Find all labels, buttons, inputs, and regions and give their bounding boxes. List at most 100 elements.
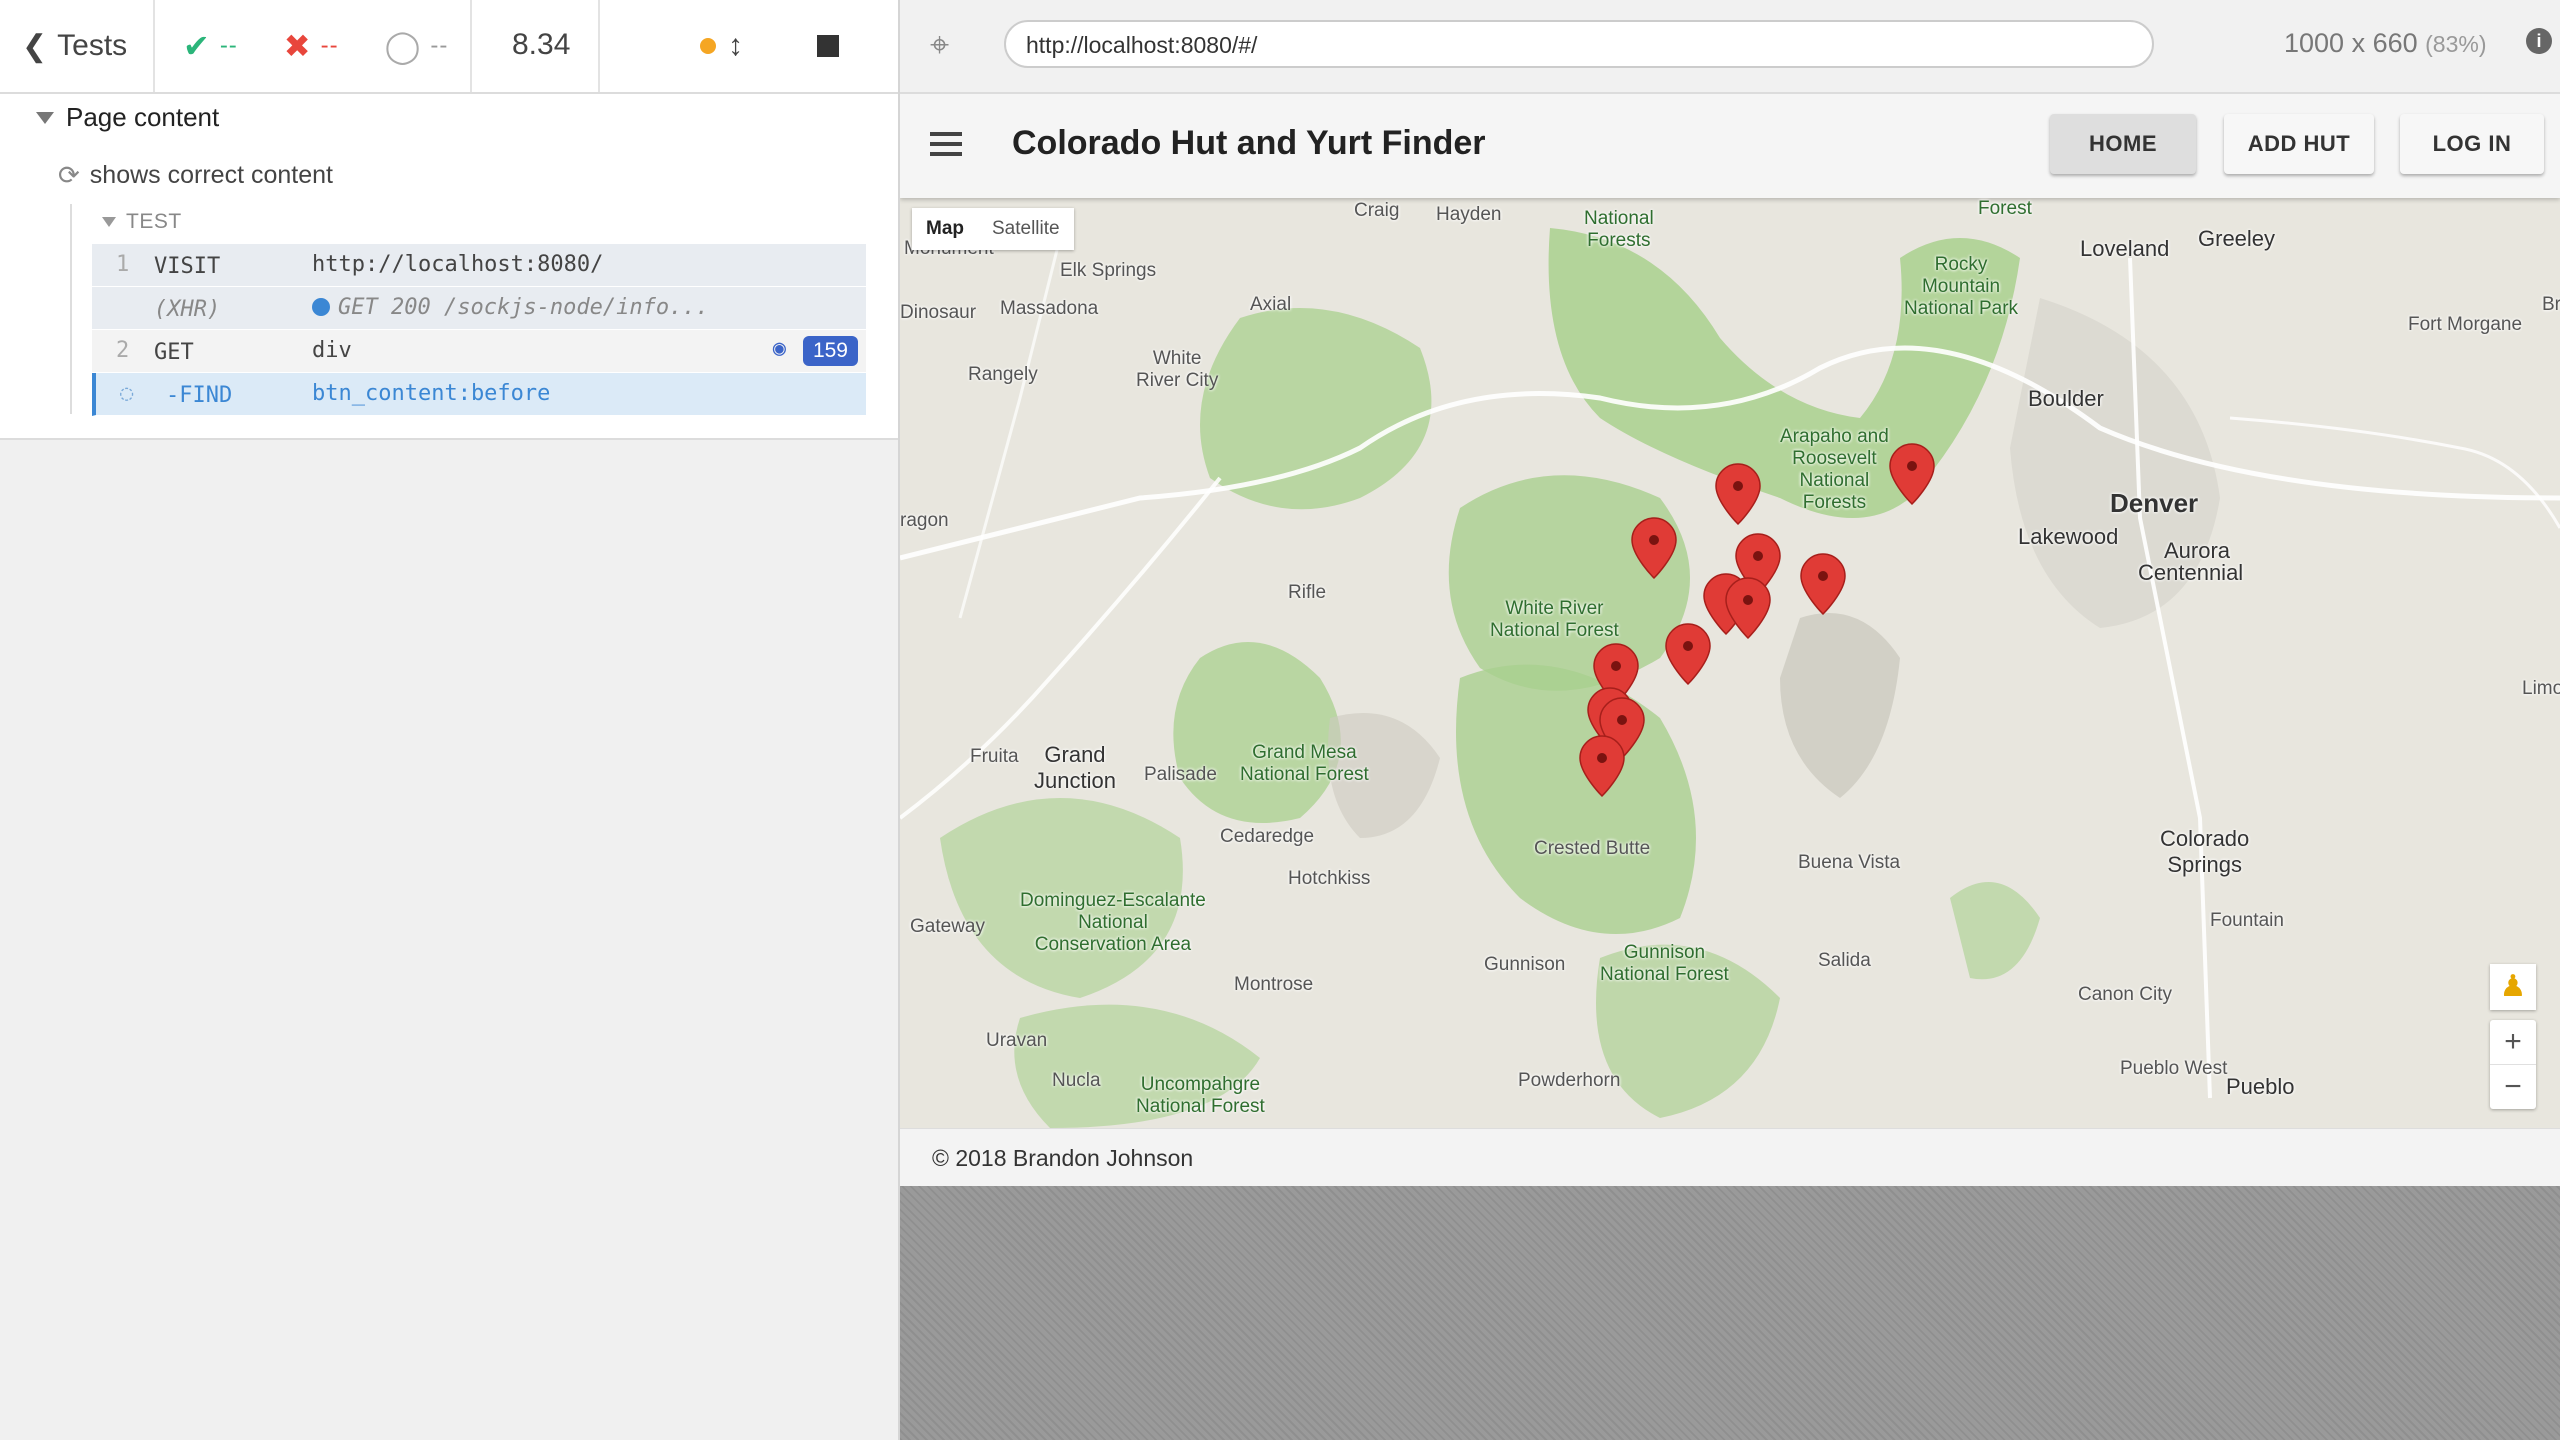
map-label: White River National Forest	[1490, 598, 1619, 641]
xhr-status-dot	[312, 298, 330, 316]
map-label: Dominguez-Escalante National Conservatio…	[1020, 890, 1206, 955]
viewport-scale: (83%)	[2425, 31, 2487, 57]
reporter-controls: ↕	[700, 0, 839, 92]
home-button[interactable]: HOME	[2050, 114, 2196, 174]
check-icon: ✔	[183, 28, 210, 64]
log-in-button[interactable]: LOG IN	[2400, 114, 2544, 174]
element-count-badge: 159	[802, 336, 858, 366]
passed-count: --	[219, 32, 238, 59]
circle-pending-icon: ◯	[384, 28, 421, 64]
map-label: Massadona	[1000, 298, 1099, 319]
command-name: (XHR)	[154, 297, 221, 322]
command-message: div	[312, 338, 352, 363]
map-label: Uncompahgre National Forest	[1136, 1074, 1265, 1117]
map-label: Hotchkiss	[1288, 868, 1371, 889]
aut-header: ⌖ http://localhost:8080/#/ 1000 x 660 (8…	[900, 0, 2560, 94]
suite-label: Page content	[66, 102, 220, 132]
viewport-size: 1000 x 660 (83%)	[2284, 28, 2487, 59]
map-type-control: Map Satellite	[912, 208, 1074, 250]
map-label: Pueblo West	[2120, 1058, 2228, 1079]
map-label: Pueblo	[2226, 1074, 2295, 1099]
map-type-satellite[interactable]: Satellite	[978, 208, 1074, 250]
orange-dot-icon	[700, 38, 716, 54]
crosshair-icon[interactable]: ⌖	[930, 26, 949, 65]
map-label: Limo	[2522, 678, 2560, 699]
auto-scroll-toggle[interactable]: ↕	[700, 29, 743, 63]
duration: 8.34	[512, 28, 571, 61]
map-label: Colorado Springs	[2160, 826, 2250, 877]
passed-stat: ✔ --	[183, 27, 238, 65]
zoom-out-icon[interactable]: −	[2490, 1064, 2536, 1109]
map-label: Craig	[1354, 200, 1400, 221]
suite-title[interactable]: Page content	[36, 102, 219, 133]
map-label: Loveland	[2080, 236, 2170, 261]
caret-down-icon	[36, 111, 54, 124]
map-label: Rangely	[968, 364, 1038, 385]
caret-down-icon	[102, 217, 116, 227]
test-section-header[interactable]: TEST	[102, 210, 182, 234]
reporter-header: ❮ Tests ✔ -- ✖ -- ◯ -- 8.34 ↕	[0, 0, 898, 94]
app-title: Colorado Hut and Yurt Finder	[1012, 124, 1486, 162]
map-label: ragon	[900, 510, 949, 531]
map-label: Montrose	[1234, 974, 1314, 995]
add-hut-button[interactable]: ADD HUT	[2224, 114, 2374, 174]
map-label: Rocky Mountain National Park	[1904, 254, 2019, 319]
map-label: Grand Junction	[1034, 742, 1116, 793]
command-name: VISIT	[154, 254, 221, 279]
zoom-in-icon[interactable]: +	[2490, 1020, 2536, 1064]
map-label: Gunnison	[1484, 954, 1566, 975]
map-label: Lakewood	[2018, 524, 2119, 549]
refresh-icon: ⟳	[58, 160, 80, 190]
map-type-map[interactable]: Map	[912, 208, 978, 250]
command-row[interactable]: (XHR) GET 200 /sockjs-node/info...	[92, 287, 866, 330]
failed-count: --	[320, 32, 339, 59]
map-label: Canon City	[2078, 984, 2172, 1005]
command-message: GET 200 /sockjs-node/info...	[338, 295, 709, 320]
map-label: Gateway	[910, 916, 985, 937]
map-label: Br	[2542, 294, 2560, 315]
test-label: shows correct content	[89, 161, 333, 189]
test-reporter: ❮ Tests ✔ -- ✖ -- ◯ -- 8.34 ↕ Page conte…	[0, 0, 900, 1440]
header-divider	[470, 0, 472, 92]
map-label: Salida	[1818, 950, 1871, 971]
x-icon: ✖	[283, 28, 311, 64]
chevron-left-icon: ❮	[22, 29, 48, 63]
copyright-text: © 2018 Brandon Johnson	[932, 1145, 1194, 1171]
zoom-control: + −	[2490, 1020, 2536, 1109]
viewport-outside-area	[900, 1186, 2560, 1440]
map-label: White River City	[1136, 348, 1219, 391]
map-label: Dinosaur	[900, 302, 977, 323]
map-label: Greeley	[2198, 226, 2276, 251]
command-message: btn_content:before	[312, 381, 551, 406]
info-icon[interactable]: i	[2526, 28, 2552, 54]
map-label: Powderhorn	[1518, 1070, 1621, 1091]
map[interactable]: Map Satellite Monument Elk Springs Dinos…	[900, 198, 2560, 1128]
app-frame: Colorado Hut and Yurt Finder HOME ADD HU…	[900, 94, 2560, 1186]
pending-stat: ◯ --	[385, 27, 449, 65]
back-label: Tests	[57, 29, 128, 62]
map-label: Nucla	[1052, 1070, 1101, 1091]
command-row[interactable]: 1 VISIT http://localhost:8080/	[92, 244, 866, 287]
back-to-tests-button[interactable]: ❮ Tests	[0, 0, 155, 92]
map-label: Grand Mesa National Forest	[1240, 742, 1369, 785]
map-label: Centennial	[2138, 560, 2244, 585]
viewport-dimensions: 1000 x 660	[2284, 28, 2418, 58]
stop-icon[interactable]	[817, 35, 839, 57]
command-message: http://localhost:8080/	[312, 252, 604, 277]
hamburger-icon[interactable]	[930, 132, 962, 162]
test-title[interactable]: ⟳ shows correct content	[58, 160, 333, 191]
failed-stat: ✖ --	[284, 27, 339, 65]
pegman-icon[interactable]: ♟	[2490, 964, 2536, 1010]
map-label: Uravan	[986, 1030, 1048, 1051]
url-bar[interactable]: http://localhost:8080/#/	[1004, 20, 2154, 68]
map-label: Rifle	[1288, 582, 1327, 603]
command-row-active[interactable]: ◌ -FIND btn_content:before	[92, 373, 866, 416]
command-row[interactable]: 2 GET div ◉ 159	[92, 330, 866, 373]
runnables-panel: Page content ⟳ shows correct content TES…	[0, 94, 898, 440]
map-label: Palisade	[1144, 764, 1217, 785]
map-label: Gunnison National Forest	[1600, 942, 1729, 985]
map-label: Arapaho and Roosevelt National Forests	[1780, 426, 1889, 513]
map-label: Denver	[2110, 488, 2199, 518]
test-section-label: TEST	[126, 210, 182, 233]
app-footer: © 2018 Brandon Johnson	[900, 1128, 2560, 1186]
